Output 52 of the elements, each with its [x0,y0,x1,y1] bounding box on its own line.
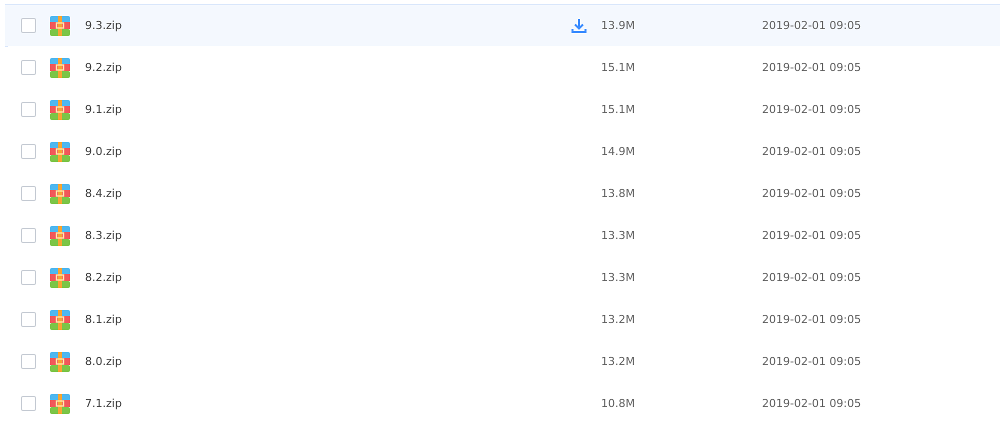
checkbox[interactable] [21,270,36,285]
file-size: 13.9M [601,19,636,32]
file-name[interactable]: 8.2.zip [85,271,571,284]
file-size: 13.8M [601,187,636,200]
file-date: 2019-02-01 09:05 [762,187,862,200]
file-row[interactable]: 9.3.zip 13.9M 2019-02-01 09:05 [5,4,1000,47]
checkbox[interactable] [21,18,36,33]
checkbox[interactable] [21,144,36,159]
file-name[interactable]: 8.1.zip [85,313,571,326]
file-date: 2019-02-01 09:05 [762,313,862,326]
archive-icon [50,142,70,162]
archive-icon [50,394,70,414]
archive-icon [50,268,70,288]
file-date: 2019-02-01 09:05 [762,145,862,158]
file-name[interactable]: 8.4.zip [85,187,571,200]
archive-icon [50,310,70,330]
file-size: 13.3M [601,229,636,242]
checkbox[interactable] [21,102,36,117]
file-size: 13.3M [601,271,636,284]
file-name[interactable]: 9.2.zip [85,61,571,74]
checkbox[interactable] [21,186,36,201]
checkbox[interactable] [21,228,36,243]
file-date: 2019-02-01 09:05 [762,355,862,368]
checkbox[interactable] [21,60,36,75]
checkbox[interactable] [21,354,36,369]
file-date: 2019-02-01 09:05 [762,397,862,410]
file-date: 2019-02-01 09:05 [762,61,862,74]
archive-icon [50,100,70,120]
file-name[interactable]: 8.3.zip [85,229,571,242]
file-date: 2019-02-01 09:05 [762,103,862,116]
archive-icon [50,58,70,78]
download-icon[interactable] [571,18,587,34]
file-size: 15.1M [601,103,636,116]
file-name[interactable]: 7.1.zip [85,397,571,410]
file-name[interactable]: 9.1.zip [85,103,571,116]
file-name[interactable]: 8.0.zip [85,355,571,368]
file-date: 2019-02-01 09:05 [762,19,862,32]
file-size: 15.1M [601,61,636,74]
file-size: 13.2M [601,313,636,326]
archive-icon [50,16,70,36]
file-size: 14.9M [601,145,636,158]
checkbox[interactable] [21,396,36,411]
checkbox[interactable] [21,312,36,327]
file-size: 13.2M [601,355,636,368]
file-size: 10.8M [601,397,636,410]
file-date: 2019-02-01 09:05 [762,229,862,242]
file-date: 2019-02-01 09:05 [762,271,862,284]
archive-icon [50,226,70,246]
archive-icon [50,352,70,372]
file-name[interactable]: 9.0.zip [85,145,571,158]
archive-icon [50,184,70,204]
file-name[interactable]: 9.3.zip [85,19,571,32]
